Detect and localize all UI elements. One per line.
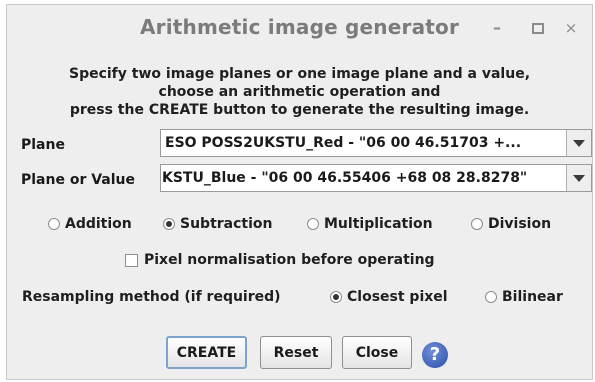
help-icon[interactable]: ? (422, 342, 448, 368)
instructions-text: Specify two image planes or one image pl… (7, 65, 592, 119)
operation-multiplication[interactable]: Multiplication (307, 216, 433, 232)
resampling-bilinear[interactable]: Bilinear (485, 289, 563, 305)
reset-button[interactable]: Reset (260, 336, 332, 369)
radio-button[interactable] (48, 218, 60, 230)
close-button[interactable]: Close (342, 336, 412, 369)
chevron-down-icon[interactable] (566, 130, 591, 156)
radio-button[interactable] (307, 218, 319, 230)
resampling-closest-pixel-label: Closest pixel (347, 289, 448, 305)
normalisation-label: Pixel normalisation before operating (144, 252, 435, 268)
maximize-icon[interactable] (527, 17, 549, 39)
instruction-line: choose an arithmetic operation and (158, 84, 441, 100)
plane-or-value-label: Plane or Value (21, 172, 136, 188)
chevron-down-icon[interactable] (566, 165, 591, 191)
arithmetic-dialog: Arithmetic image generator – × Specify t… (6, 4, 593, 380)
plane-select[interactable]: ESO POSS2UKSTU_Red - "06 00 46.51703 +..… (160, 129, 592, 157)
plane-label: Plane (21, 137, 65, 153)
operation-subtraction[interactable]: Subtraction (163, 216, 273, 232)
operation-multiplication-label: Multiplication (324, 216, 433, 232)
radio-button-selected[interactable] (330, 291, 342, 303)
resampling-bilinear-label: Bilinear (502, 289, 563, 305)
plane-or-value-select-value: KSTU_Blue - "06 00 46.55406 +68 08 28.82… (162, 170, 528, 186)
radio-button[interactable] (471, 218, 483, 230)
resampling-label-text: Resampling method (if required) (22, 289, 281, 305)
instruction-line: press the CREATE button to generate the … (69, 102, 530, 118)
operation-subtraction-label: Subtraction (180, 216, 273, 232)
normalisation-checkbox[interactable]: Pixel normalisation before operating (125, 252, 435, 268)
checkbox-box[interactable] (125, 253, 138, 267)
operation-division-label: Division (488, 216, 552, 232)
create-button[interactable]: CREATE (166, 336, 247, 369)
minimize-icon[interactable]: – (486, 17, 508, 39)
operation-division[interactable]: Division (471, 216, 551, 232)
operation-addition[interactable]: Addition (48, 216, 132, 232)
radio-button-selected[interactable] (163, 218, 175, 230)
radio-button[interactable] (485, 291, 497, 303)
resampling-label: Resampling method (if required) (22, 289, 281, 305)
title-bar[interactable]: Arithmetic image generator – × (7, 5, 592, 49)
operation-addition-label: Addition (65, 216, 132, 232)
plane-or-value-select[interactable]: KSTU_Blue - "06 00 46.55406 +68 08 28.82… (160, 164, 592, 192)
resampling-closest-pixel[interactable]: Closest pixel (330, 289, 448, 305)
plane-select-value: ESO POSS2UKSTU_Red - "06 00 46.51703 +..… (165, 135, 522, 151)
close-icon[interactable]: × (560, 17, 582, 39)
instruction-line: Specify two image planes or one image pl… (68, 66, 531, 82)
